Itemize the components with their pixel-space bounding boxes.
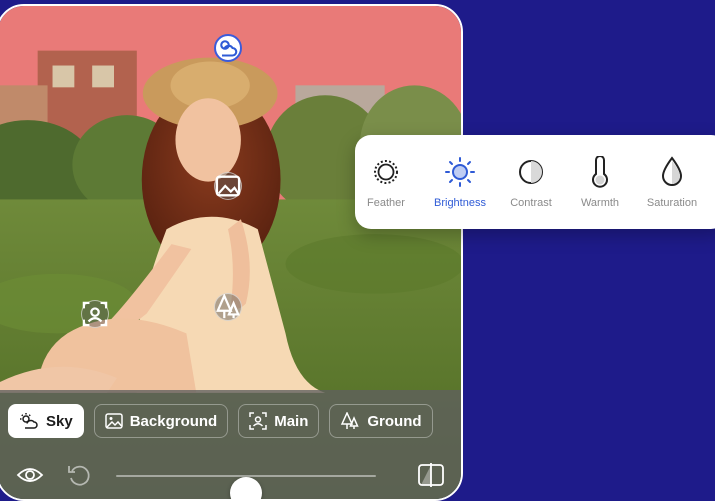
region-chip-label: Ground xyxy=(367,412,422,430)
region-chip-ground[interactable]: Ground xyxy=(329,404,433,438)
undo-icon xyxy=(68,465,90,486)
photo-editor-frame: Sky Background Main Ground xyxy=(0,4,463,501)
tool-label: Brightness xyxy=(434,197,486,209)
ground-region-marker[interactable] xyxy=(214,293,242,321)
region-chip-sky[interactable]: Sky xyxy=(8,404,84,438)
sky-region-marker[interactable] xyxy=(214,34,242,62)
region-chip-main[interactable]: Main xyxy=(238,404,320,438)
image-icon xyxy=(104,413,123,429)
compare-icon xyxy=(418,463,444,487)
droplet-icon xyxy=(661,156,683,186)
background-region-marker[interactable] xyxy=(214,172,242,200)
person-focus-icon xyxy=(249,412,267,430)
undo-button[interactable] xyxy=(66,462,92,493)
feather-icon xyxy=(374,160,398,184)
bottom-controls xyxy=(16,458,445,499)
image-icon xyxy=(215,175,241,197)
tool-label: Contrast xyxy=(510,197,552,209)
trees-icon xyxy=(216,294,240,319)
tool-label: Saturation xyxy=(646,197,698,209)
person-focus-icon xyxy=(82,301,108,327)
bottom-toolbar: Sky Background Main Ground xyxy=(0,390,461,499)
intensity-slider-track[interactable] xyxy=(116,475,376,499)
sky-icon xyxy=(220,40,238,57)
region-chip-label: Main xyxy=(274,412,309,430)
tool-label: Feather xyxy=(367,197,405,209)
brightness-icon xyxy=(445,157,475,187)
region-chip-background[interactable]: Background xyxy=(93,404,229,438)
preview-toggle[interactable] xyxy=(16,462,44,493)
main-region-marker[interactable] xyxy=(81,300,109,328)
adjustments-panel: Feather Brightness Contrast Warmth Satur… xyxy=(355,135,715,229)
trees-icon xyxy=(341,412,360,429)
region-chips: Sky Background Main Ground xyxy=(8,404,433,438)
tool-warmth[interactable]: Warmth xyxy=(564,155,636,209)
compare-button[interactable] xyxy=(417,462,445,493)
intensity-slider-knob[interactable] xyxy=(230,477,262,499)
contrast-icon xyxy=(519,160,543,184)
tool-saturation[interactable]: Saturation xyxy=(636,155,708,209)
tool-contrast[interactable]: Contrast xyxy=(495,155,567,209)
tool-feather[interactable]: Feather xyxy=(350,155,422,209)
tool-label: Warmth xyxy=(580,197,620,209)
sky-icon xyxy=(20,413,38,429)
region-chip-label: Sky xyxy=(46,412,73,430)
eye-icon xyxy=(16,468,44,482)
thermometer-icon xyxy=(592,156,608,188)
tool-brightness[interactable]: Brightness xyxy=(424,155,496,209)
region-chip-label: Background xyxy=(129,412,218,430)
